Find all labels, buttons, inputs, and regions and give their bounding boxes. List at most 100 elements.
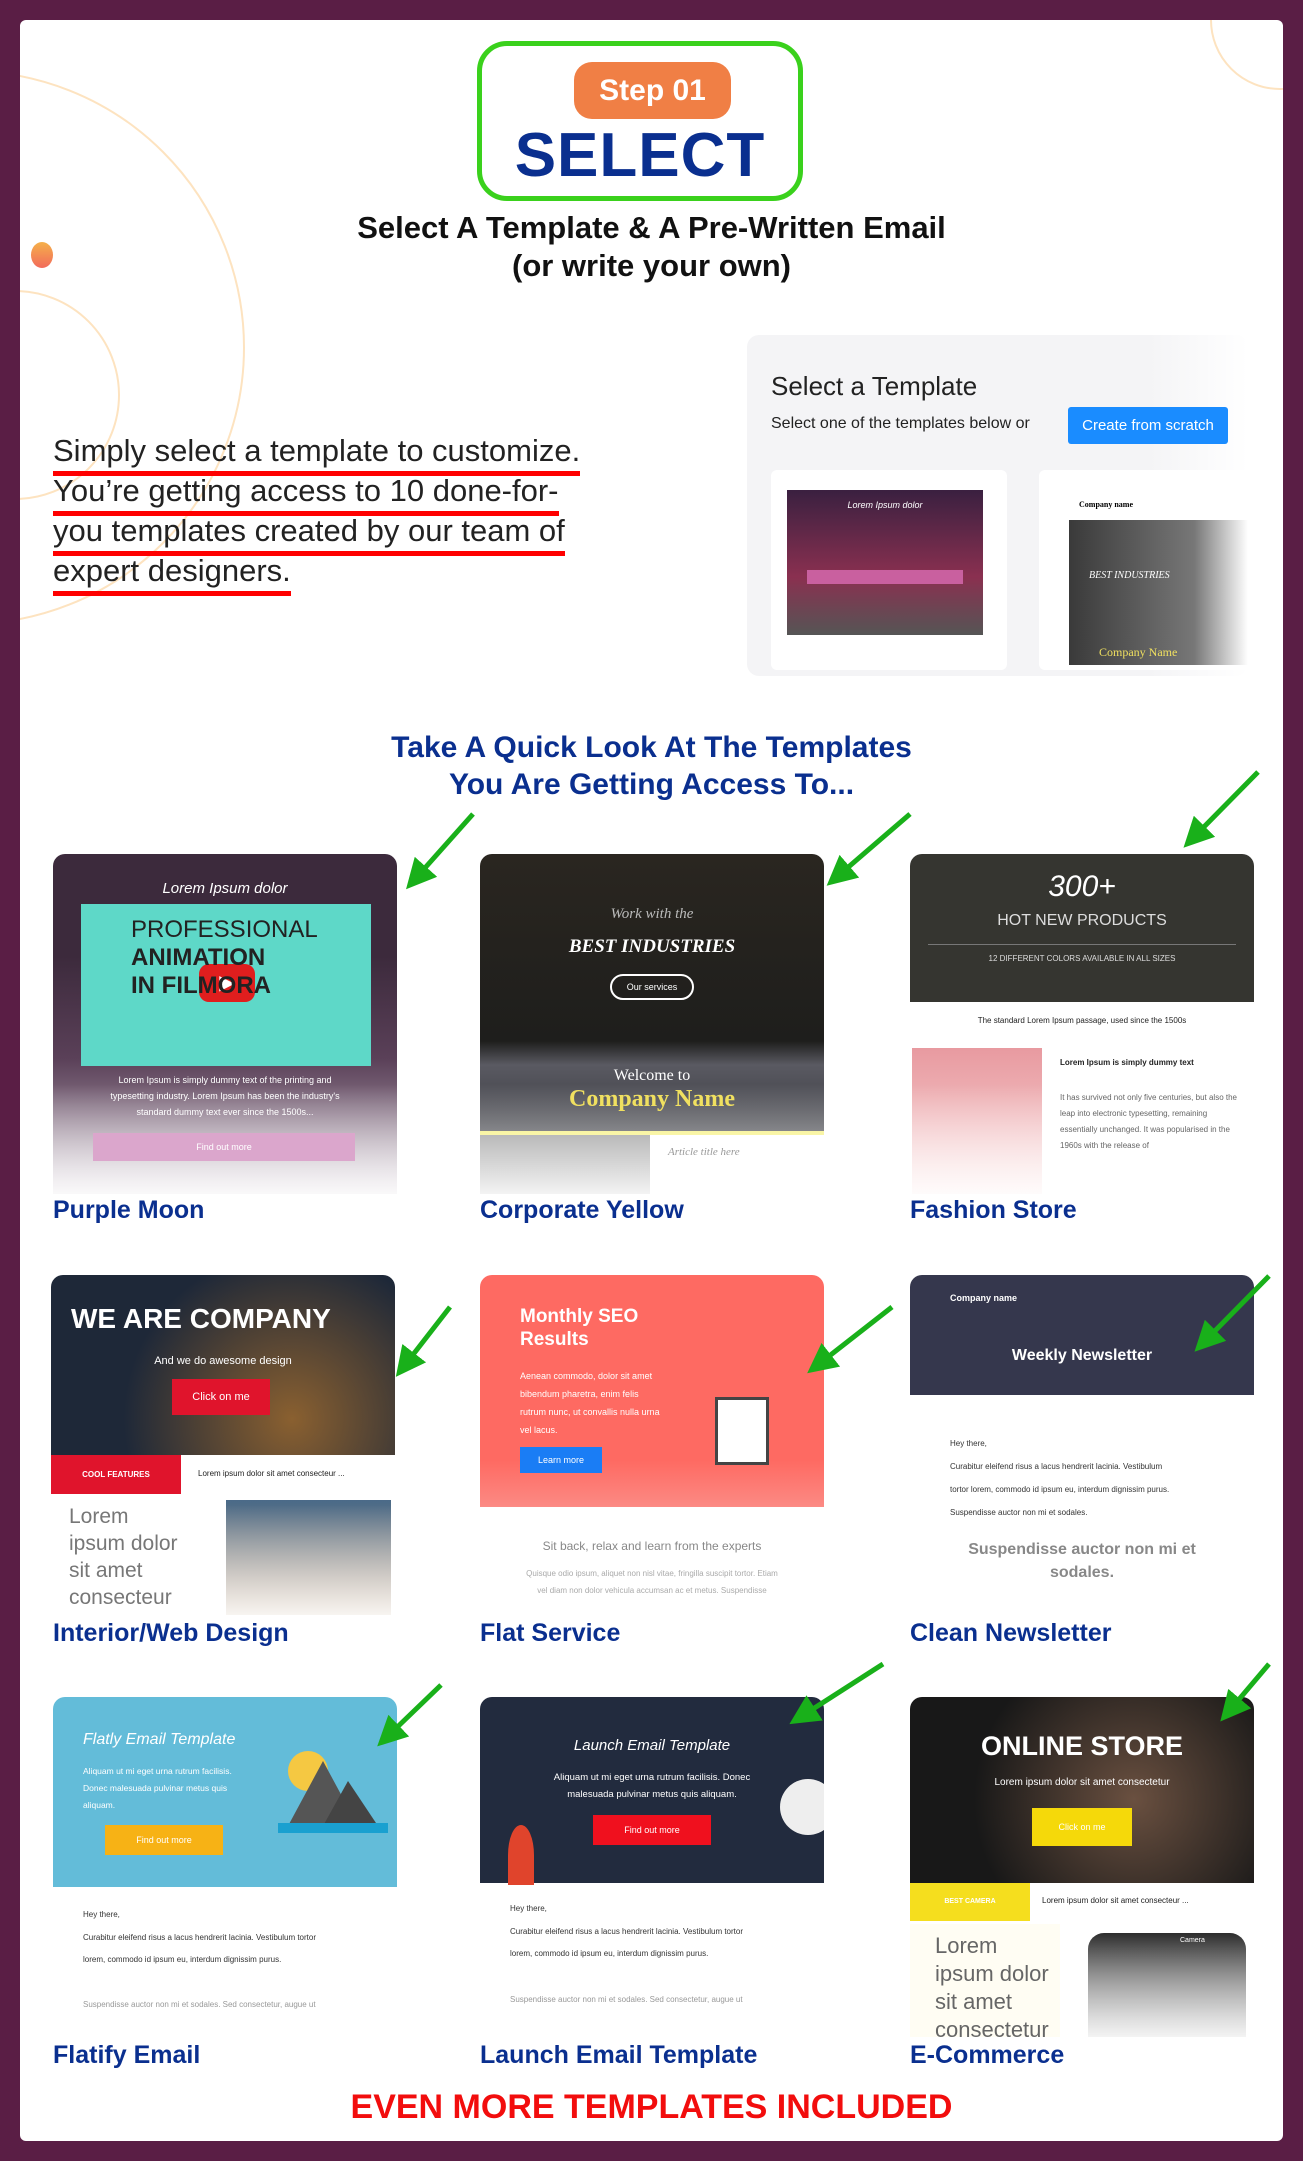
create-from-scratch-button[interactable]: Create from scratch xyxy=(1068,407,1228,444)
page: Step 01 SELECT Select A Template & A Pre… xyxy=(20,20,1283,2141)
subtitle-line2: (or write your own) xyxy=(512,248,791,283)
rocket-icon xyxy=(508,1825,534,1885)
template-card-e-commerce[interactable]: ONLINE STORE Lorem ipsum dolor sit amet … xyxy=(910,1697,1254,2037)
thumb-button xyxy=(807,570,963,584)
video-text: IN FILMORA xyxy=(131,972,271,999)
card-tag: COOL FEATURES xyxy=(51,1455,181,1494)
mockup-thumb[interactable]: Company name BEST INDUSTRIES Company Nam… xyxy=(1039,470,1248,670)
card-welcome: Welcome to xyxy=(613,1067,691,1084)
card-sub: 12 DIFFERENT COLORS AVAILABLE IN ALL SIZ… xyxy=(988,954,1176,963)
card-heading: BEST INDUSTRIES xyxy=(568,936,736,957)
card-text: Curabitur eleifend risus a lacus hendrer… xyxy=(510,1927,744,1936)
card-heading: WE ARE COMPANY xyxy=(71,1303,331,1334)
card-heading: Lorem Ipsum dolor xyxy=(162,880,288,897)
card-big-number: 300+ xyxy=(1048,870,1116,903)
step-badge: Step 01 xyxy=(574,62,731,119)
thumb-subtitle: BEST INDUSTRIES xyxy=(1089,570,1170,581)
thumb-title: Company name xyxy=(1079,500,1134,509)
card-company: Company name xyxy=(950,1293,1018,1303)
template-label[interactable]: Interior/Web Design xyxy=(53,1619,289,1648)
card-small: Quisque odio ipsum, aliquet non nisl vit… xyxy=(526,1569,778,1595)
card-sub: Lorem ipsum dolor sit amet consectetur xyxy=(994,1777,1170,1788)
template-card-interior-web-design[interactable]: WE ARE COMPANY And we do awesome design … xyxy=(51,1275,395,1615)
camera-label: Camera xyxy=(1180,1937,1205,1944)
intro-line: You’re getting access to 10 done-for- xyxy=(53,473,559,516)
model-image xyxy=(912,1048,1042,1194)
more-templates-note: EVEN MORE TEMPLATES INCLUDED xyxy=(350,2088,953,2126)
card-body: Lorem Ipsum is simply dummy text of the … xyxy=(110,1075,340,1117)
card-passage: The standard Lorem Ipsum passage, used s… xyxy=(977,1016,1187,1025)
card-greet: Hey there, xyxy=(950,1439,987,1448)
step-title: SELECT xyxy=(514,121,766,190)
mockup-thumb[interactable]: Lorem Ipsum dolor xyxy=(771,470,1007,670)
mockup-subtitle: Select one of the templates below or xyxy=(771,415,1030,432)
card-button: Find out more xyxy=(593,1815,711,1845)
card-heading: HOT NEW PRODUCTS xyxy=(997,912,1167,929)
green-arrow-icon xyxy=(395,1305,452,1377)
card-greet: Hey there, xyxy=(510,1904,547,1913)
card-button: Find out more xyxy=(93,1133,355,1161)
card-button: Click on me xyxy=(172,1379,270,1415)
green-arrow-icon xyxy=(807,1305,894,1374)
card-tag: BEST CAMERA xyxy=(910,1883,1030,1921)
green-arrow-icon xyxy=(406,812,475,890)
card-big-text: Lorem ipsum dolor sit amet consecteur xyxy=(69,1505,178,1609)
template-card-fashion-store[interactable]: 300+ HOT NEW PRODUCTS 12 DIFFERENT COLOR… xyxy=(910,854,1254,1194)
mountain-illustration xyxy=(278,1751,388,1833)
template-card-flatify-email[interactable]: Flatly Email Template Aliquam ut mi eget… xyxy=(53,1697,397,2037)
template-label[interactable]: E-Commerce xyxy=(910,2041,1064,2070)
card-company: Company Name xyxy=(569,1086,735,1112)
template-label[interactable]: Flatify Email xyxy=(53,2041,200,2070)
section-heading-line2: You Are Getting Access To... xyxy=(448,768,855,801)
card-item: Lorem Ipsum is simply dummy text xyxy=(1060,1058,1194,1067)
video-text: ANIMATION xyxy=(131,944,266,971)
card-heading: ONLINE STORE xyxy=(980,1731,1184,1761)
card-button: Learn more xyxy=(520,1447,602,1473)
card-body: Suspendisse auctor non mi et sodales. xyxy=(950,1508,1088,1517)
template-card-launch-email[interactable]: Launch Email Template Aliquam ut mi eget… xyxy=(480,1697,824,2037)
card-heading: Monthly SEO Results xyxy=(520,1306,639,1350)
card-pre: Work with the xyxy=(610,906,694,922)
template-label[interactable]: Purple Moon xyxy=(53,1196,204,1225)
thumb-footer: Company Name xyxy=(1099,645,1178,659)
card-heading: Flatly Email Template xyxy=(83,1731,236,1748)
card-button: Our services xyxy=(610,974,694,1000)
thumb-image xyxy=(1069,520,1248,665)
card-body: Aliquam ut mi eget urna rutrum facilisis… xyxy=(83,1766,232,1810)
card-heading: Launch Email Template xyxy=(573,1737,731,1754)
intro-line: Simply select a template to customize. xyxy=(53,433,581,476)
card-body: Curabitur eleifend risus a lacus hendrer… xyxy=(950,1462,1163,1471)
template-card-corporate-yellow[interactable]: Work with the BEST INDUSTRIES Our servic… xyxy=(480,854,824,1194)
template-card-purple-moon[interactable]: Lorem Ipsum dolor PROFESSIONAL ANIMATION… xyxy=(53,854,397,1194)
card-body: It has survived not only five centuries,… xyxy=(1060,1093,1237,1150)
article-image xyxy=(480,1135,650,1194)
section-heading-line1: Take A Quick Look At The Templates xyxy=(391,731,912,764)
template-card-flat-service[interactable]: Monthly SEO Results Aenean commodo, dolo… xyxy=(480,1275,824,1615)
card-tagtext: Lorem ipsum dolor sit amet consecteur ..… xyxy=(198,1469,345,1478)
card-text: lorem, commodo id ipsum eu, interdum dig… xyxy=(83,1955,282,1964)
green-arrow-icon xyxy=(826,812,912,886)
template-label[interactable]: Flat Service xyxy=(480,1619,620,1648)
card-article: Article title here xyxy=(668,1146,740,1158)
card-heading: Weekly Newsletter xyxy=(1011,1347,1153,1364)
card-sub: And we do awesome design xyxy=(154,1355,292,1367)
template-selector-mockup: Select a Template Select one of the temp… xyxy=(747,335,1248,676)
card-button: Find out more xyxy=(105,1825,223,1855)
card-body: Aliquam ut mi eget urna rutrum facilisis… xyxy=(553,1772,751,1800)
mockup-title: Select a Template xyxy=(771,371,978,401)
camera-image xyxy=(1088,1933,1246,2037)
card-body: tortor lorem, commodo id ipsum eu, inter… xyxy=(950,1485,1170,1494)
template-label[interactable]: Launch Email Template xyxy=(480,2041,757,2070)
card-text: Suspendisse auctor non mi et sodales. Se… xyxy=(83,2000,316,2009)
template-card-clean-newsletter[interactable]: Company name Weekly Newsletter Hey there… xyxy=(910,1275,1254,1615)
card-big-text: Lorem ipsum dolor sit amet consectetur xyxy=(910,1924,1060,2037)
template-label[interactable]: Corporate Yellow xyxy=(480,1196,684,1225)
subtitle-line1: Select A Template & A Pre-Written Email xyxy=(357,210,946,245)
template-label[interactable]: Fashion Store xyxy=(910,1196,1077,1225)
card-button: Click on me xyxy=(1032,1808,1132,1846)
card-text: Curabitur eleifend risus a lacus hendrer… xyxy=(83,1933,317,1942)
card-body: Aenean commodo, dolor sit amet bibendum … xyxy=(520,1371,660,1435)
video-thumbnail[interactable]: PROFESSIONAL ANIMATION IN FILMORA ▶ xyxy=(81,904,371,1066)
card-text: Suspendisse auctor non mi et sodales. Se… xyxy=(510,1995,743,2004)
template-label[interactable]: Clean Newsletter xyxy=(910,1619,1111,1648)
